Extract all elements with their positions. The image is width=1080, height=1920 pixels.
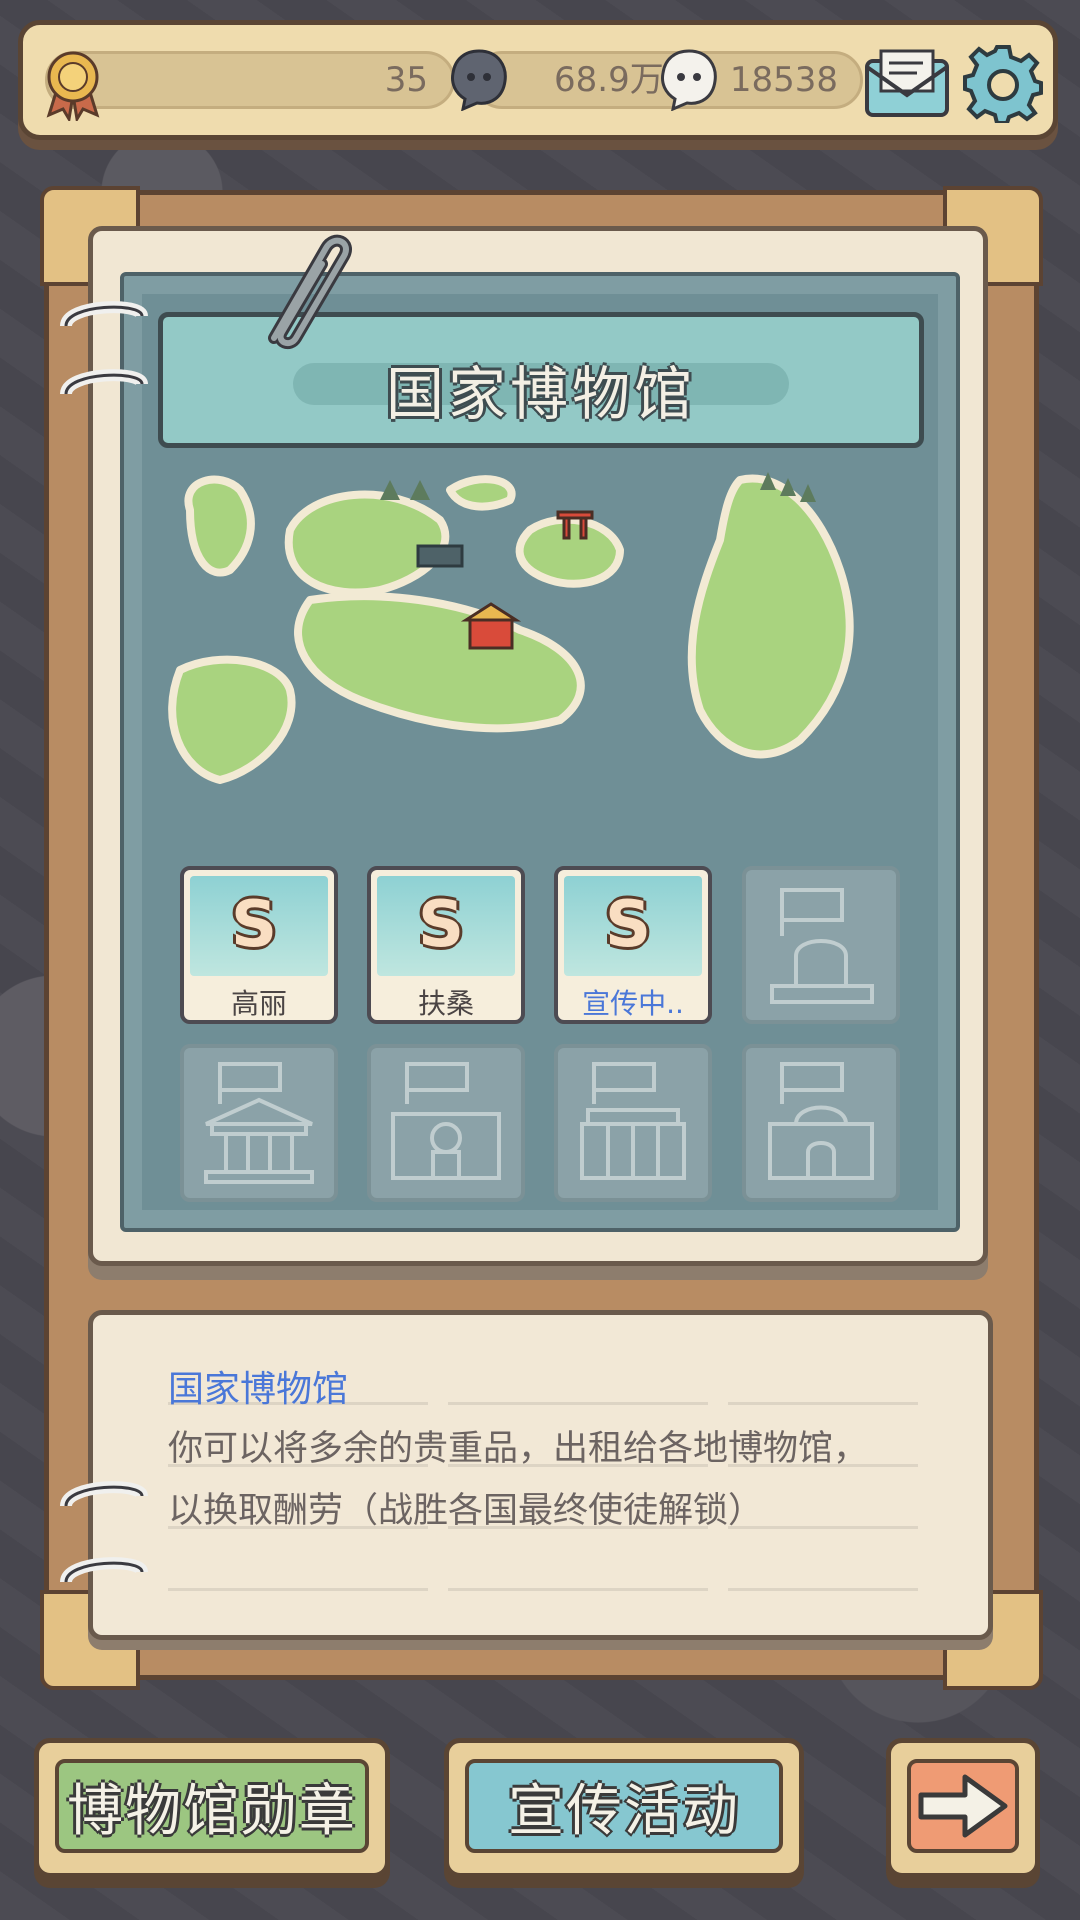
promotion-label: 宣传活动	[465, 1759, 783, 1853]
paperclip-icon	[268, 234, 352, 350]
promotion-button[interactable]: 宣传活动	[444, 1738, 804, 1878]
dark-blob-icon	[451, 49, 507, 111]
ruled-line	[168, 1588, 918, 1591]
status-bar: 35 68.9万 18538	[18, 20, 1058, 140]
gems-value: 18538	[729, 60, 838, 100]
grade-badge: S	[604, 888, 652, 962]
hall-building-icon	[580, 1062, 686, 1180]
next-button[interactable]	[886, 1738, 1040, 1878]
museum-slot-locked[interactable]	[742, 1044, 900, 1202]
grade-badge: S	[417, 888, 465, 962]
museum-slot-locked[interactable]	[367, 1044, 525, 1202]
museum-slot-locked[interactable]	[742, 866, 900, 1024]
slot-name: 高丽	[230, 987, 287, 1020]
slot-name: 宣传中..	[582, 987, 684, 1020]
museum-slot-locked[interactable]	[180, 1044, 338, 1202]
page-title: 国家博物馆	[385, 360, 696, 428]
world-map	[168, 472, 854, 784]
description-title: 国家博物馆	[168, 1369, 349, 1410]
white-blob-icon	[661, 49, 717, 111]
description-line-1: 你可以将多余的贵重品，出租给各地博物馆，	[168, 1429, 869, 1469]
binder-ring-icon	[60, 301, 148, 328]
binder-ring-icon	[60, 369, 148, 396]
mail-icon[interactable]	[861, 47, 953, 119]
description-line-2: 以换取酬劳（战胜各国最终使徒解锁）	[168, 1491, 764, 1531]
description-text: 你可以将多余的贵重品，出租给各地博物馆， 以换取酬劳（战胜各国最终使徒解锁）	[168, 1418, 928, 1542]
level-pill: 35	[45, 51, 455, 109]
grade-badge: S	[230, 888, 278, 962]
gear-icon[interactable]	[963, 43, 1043, 123]
temple-building-icon	[204, 1062, 314, 1184]
capitol-building-icon	[770, 888, 874, 1004]
museum-slot-goryeo[interactable]: S 高丽	[180, 866, 338, 1024]
level-value: 35	[384, 60, 428, 100]
museum-medal-button[interactable]: 博物馆勋章	[34, 1738, 390, 1878]
palace-building-icon	[391, 1062, 501, 1180]
museum-slot-fusang[interactable]: S 扶桑	[367, 866, 525, 1024]
binder-ring-icon	[60, 1481, 148, 1508]
medal-icon	[46, 51, 100, 121]
coins-value: 68.9万	[554, 60, 664, 100]
slot-name: 扶桑	[417, 987, 474, 1020]
museum-slot-promoting[interactable]: S 宣传中..	[554, 866, 712, 1024]
binder-ring-icon	[60, 1557, 148, 1584]
arrow-right-icon	[918, 1774, 1008, 1838]
mosque-building-icon	[768, 1062, 874, 1180]
museum-slot-locked[interactable]	[554, 1044, 712, 1202]
museum-medal-label: 博物馆勋章	[55, 1759, 369, 1853]
